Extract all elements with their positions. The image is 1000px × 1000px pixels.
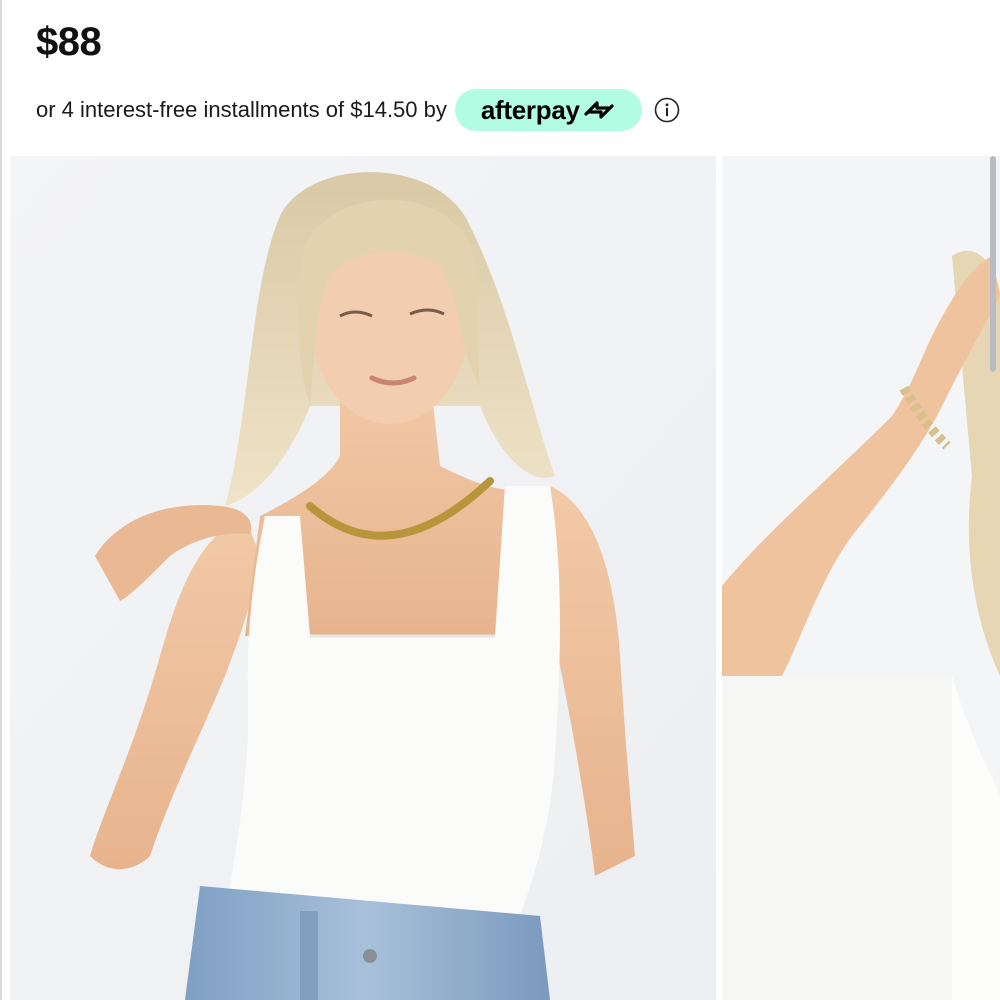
installment-text: or 4 interest-free installments of $14.5… (36, 97, 447, 122)
model-front-photo (10, 156, 716, 1000)
product-price: $88 (36, 20, 102, 64)
product-image-main[interactable] (10, 156, 716, 1000)
product-image-secondary[interactable] (722, 156, 1000, 1000)
info-icon[interactable] (654, 97, 680, 123)
afterpay-badge[interactable]: afterpay (454, 89, 642, 131)
afterpay-label: afterpay (480, 94, 580, 125)
product-image-gallery[interactable] (0, 156, 1000, 1000)
afterpay-arrows-icon (584, 101, 614, 119)
installment-info: or 4 interest-free installments of $14.5… (36, 88, 680, 132)
scrollbar[interactable] (990, 156, 996, 372)
model-side-photo (722, 156, 1000, 1000)
